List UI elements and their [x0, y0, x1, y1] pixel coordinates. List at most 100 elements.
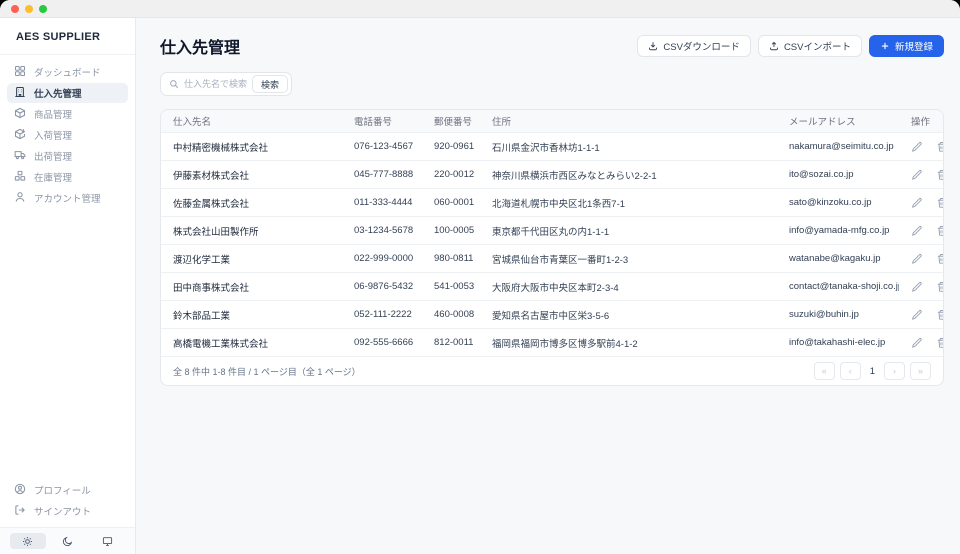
theme-dark-button[interactable]: [50, 533, 86, 549]
edit-button[interactable]: [911, 225, 923, 237]
supplier-name-cell: 伊藤素材株式会社: [173, 170, 250, 182]
sidebar-item-profile[interactable]: プロフィール: [7, 480, 128, 500]
table-row: 渡辺化学工業 022-999-0000 980-0811 宮城県仙台市青葉区一番…: [161, 245, 943, 273]
edit-button[interactable]: [911, 253, 923, 265]
window-minimize-button[interactable]: [25, 4, 33, 13]
table-row: 佐藤金属株式会社 011-333-4444 060-0001 北海道札幌市中央区…: [161, 189, 943, 217]
sun-icon: [23, 536, 33, 546]
edit-button[interactable]: [911, 197, 923, 209]
address-cell: 神奈川県横浜市西区みなとみらい2-2-1: [492, 170, 657, 182]
column-header-postal: 郵便番号: [434, 117, 473, 128]
phone-cell: 022-999-0000: [354, 253, 414, 264]
theme-light-button[interactable]: [10, 533, 46, 549]
table-header-row: 仕入先名 電話番号 郵便番号 住所 メールアドレス 操作: [161, 110, 943, 133]
email-cell: sato@kinzoku.co.jp: [789, 197, 872, 208]
delete-button[interactable]: [936, 197, 943, 209]
delete-button[interactable]: [936, 141, 943, 153]
table-row: 株式会社山田製作所 03-1234-5678 100-0005 東京都千代田区丸…: [161, 217, 943, 245]
sidebar-item-inventory[interactable]: 在庫管理: [7, 167, 128, 187]
email-cell: watanabe@kagaku.jp: [789, 253, 881, 264]
email-cell: suzuki@buhin.jp: [789, 309, 859, 320]
download-icon: [649, 42, 658, 51]
pencil-icon: [911, 169, 922, 180]
sidebar-item-label: 仕入先管理: [34, 89, 82, 100]
prev-page-button[interactable]: ‹: [839, 362, 861, 380]
signout-icon: [14, 504, 26, 519]
column-header-address: 住所: [492, 117, 512, 128]
edit-button[interactable]: [911, 337, 923, 349]
email-cell: info@takahashi-elec.jp: [789, 337, 886, 348]
sidebar-item-accounts[interactable]: アカウント管理: [7, 188, 128, 208]
pencil-icon: [911, 309, 922, 320]
first-page-button[interactable]: «: [813, 362, 835, 380]
postal-cell: 060-0001: [434, 197, 475, 208]
edit-button[interactable]: [911, 309, 923, 321]
delete-button[interactable]: [936, 169, 943, 181]
csv-download-button[interactable]: CSVダウンロード: [637, 35, 751, 57]
supplier-name-cell: 中村精密機械株式会社: [173, 142, 269, 154]
postal-cell: 100-0005: [434, 225, 475, 236]
theme-system-button[interactable]: [89, 533, 125, 549]
building-icon: [14, 86, 26, 101]
delete-button[interactable]: [936, 281, 943, 293]
table-row: 鈴木部品工業 052-111-2222 460-0008 愛知県名古屋市中区栄3…: [161, 301, 943, 329]
sidebar: AES SUPPLIER ダッシュボード 仕入先管理 商品管理 入荷管理 出荷管…: [0, 18, 136, 554]
postal-cell: 460-0008: [434, 309, 475, 320]
app-window: AES SUPPLIER ダッシュボード 仕入先管理 商品管理 入荷管理 出荷管…: [0, 0, 960, 554]
delete-button[interactable]: [936, 309, 943, 321]
sidebar-item-suppliers[interactable]: 仕入先管理: [7, 83, 128, 103]
next-page-button[interactable]: ›: [884, 362, 905, 380]
delete-button[interactable]: [936, 337, 943, 349]
phone-cell: 03-1234-5678: [354, 225, 414, 236]
address-cell: 宮城県仙台市青葉区一番町1-2-3: [492, 254, 629, 266]
address-cell: 愛知県名古屋市中区栄3-5-6: [492, 310, 610, 322]
page-title: 仕入先管理: [160, 40, 241, 57]
last-page-button[interactable]: »: [910, 362, 931, 380]
window-maximize-button[interactable]: [39, 4, 47, 13]
edit-button[interactable]: [911, 281, 923, 293]
delete-button[interactable]: [936, 253, 943, 265]
sidebar-nav: ダッシュボード 仕入先管理 商品管理 入荷管理 出荷管理 在庫管理 アカウント管…: [0, 55, 135, 208]
postal-cell: 541-0053: [434, 281, 475, 292]
email-cell: info@yamada-mfg.co.jp: [789, 225, 890, 236]
trash-icon: [937, 281, 943, 292]
sidebar-item-outbound[interactable]: 出荷管理: [7, 146, 128, 166]
monitor-icon: [102, 536, 112, 546]
search-button[interactable]: 検索: [251, 75, 288, 93]
column-header-name: 仕入先名: [173, 117, 212, 128]
edit-button[interactable]: [911, 141, 923, 153]
sidebar-item-label: ダッシュボード: [34, 68, 101, 79]
edit-button[interactable]: [911, 169, 923, 181]
pagination-controls: « ‹ 1 › »: [813, 362, 931, 380]
register-new-button[interactable]: 新規登録: [868, 35, 944, 57]
sidebar-item-dashboard[interactable]: ダッシュボード: [7, 62, 128, 82]
window-close-button[interactable]: [11, 4, 19, 13]
sidebar-item-inbound[interactable]: 入荷管理: [7, 125, 128, 145]
sidebar-item-label: 入荷管理: [34, 131, 73, 142]
sidebar-item-label: アカウント管理: [34, 194, 101, 205]
trash-icon: [937, 141, 943, 152]
delete-button[interactable]: [936, 225, 943, 237]
supplier-name-cell: 株式会社山田製作所: [173, 226, 259, 238]
supplier-name-cell: 佐藤金属株式会社: [173, 198, 250, 210]
pencil-icon: [911, 253, 922, 264]
package-icon: [14, 107, 26, 122]
csv-import-button[interactable]: CSVインポート: [757, 35, 862, 57]
supplier-name-cell: 田中商事株式会社: [173, 282, 250, 294]
phone-cell: 052-111-2222: [354, 309, 412, 320]
window-titlebar: [0, 0, 960, 18]
trash-icon: [937, 225, 943, 236]
email-cell: ito@sozai.co.jp: [789, 169, 854, 180]
sidebar-item-signout[interactable]: サインアウト: [7, 501, 128, 521]
main-content: 仕入先管理 CSVダウンロード CSVインポート 新規登録 仕入先名で検索...…: [136, 18, 960, 554]
phone-cell: 092-555-6666: [354, 337, 414, 348]
pencil-icon: [911, 141, 922, 152]
supplier-name-cell: 鈴木部品工業: [173, 310, 231, 322]
sidebar-item-products[interactable]: 商品管理: [7, 104, 128, 124]
table-row: 田中商事株式会社 06-9876-5432 541-0053 大阪府大阪市中央区…: [161, 273, 943, 301]
column-header-phone: 電話番号: [354, 117, 393, 128]
address-cell: 北海道札幌市中央区北1条西7-1: [492, 198, 626, 210]
current-page-indicator: 1: [869, 365, 875, 377]
search-input[interactable]: [184, 79, 247, 89]
table-row: 中村精密機械株式会社 076-123-4567 920-0961 石川県金沢市香…: [161, 133, 943, 161]
